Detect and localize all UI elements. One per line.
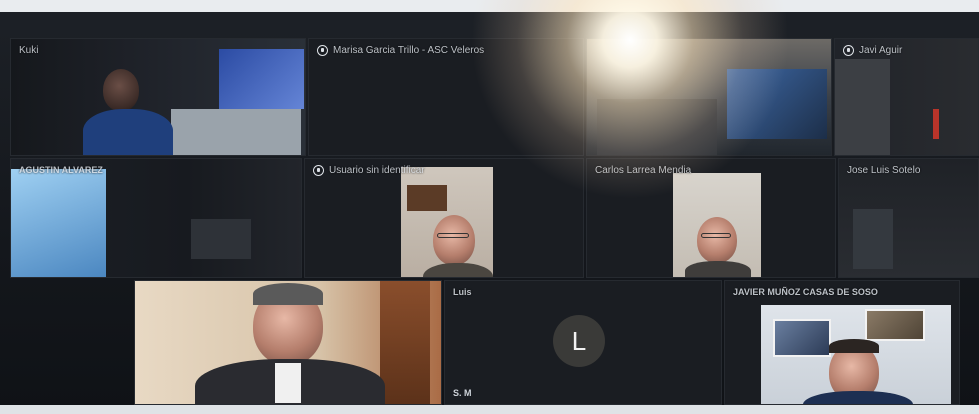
participant-tile-3[interactable] (586, 38, 832, 156)
participant-tile-9[interactable] (134, 280, 442, 405)
participant-name: Jose Luis Sotelo (847, 165, 921, 176)
participant-footer-label: S. M (453, 388, 472, 398)
participant-video (401, 167, 493, 277)
monitor-bezel-top (0, 0, 979, 12)
participant-video (761, 305, 951, 404)
participant-video (135, 281, 441, 404)
participant-video (587, 39, 831, 155)
participant-tile-5[interactable]: AGUSTIN ALVAREZ (10, 158, 302, 278)
participant-video (835, 39, 978, 155)
participant-tile-1[interactable]: Kuki (10, 38, 306, 156)
video-conference-gallery: Kuki Marisa Garcia Trillo - ASC Veleros … (0, 0, 979, 414)
participant-tile-10[interactable]: Luis L S. M (444, 280, 722, 405)
participant-tile-7[interactable]: Carlos Larrea Mendia (586, 158, 836, 278)
participant-tile-8[interactable]: Jose Luis Sotelo (838, 158, 979, 278)
participant-name: Usuario sin identificar (329, 165, 425, 176)
monitor-bezel-bottom (0, 405, 979, 414)
participant-name: Kuki (19, 45, 39, 56)
participant-name: AGUSTIN ALVAREZ (19, 165, 103, 175)
participant-video (839, 159, 978, 277)
participant-name: Marisa Garcia Trillo - ASC Veleros (333, 45, 485, 56)
participant-video (673, 173, 761, 277)
participant-tile-4[interactable]: Javi Aguir (834, 38, 979, 156)
muted-mic-icon (843, 45, 854, 56)
muted-mic-icon (317, 45, 328, 56)
participant-tile-11[interactable]: JAVIER MUÑOZ CASAS DE SOSO (724, 280, 960, 405)
participant-tile-6[interactable]: Usuario sin identificar (304, 158, 584, 278)
participant-name: Luis (453, 287, 472, 297)
muted-mic-icon (313, 165, 324, 176)
participant-avatar: L (553, 315, 605, 367)
participant-name: Carlos Larrea Mendia (595, 165, 692, 176)
participant-tile-2[interactable]: Marisa Garcia Trillo - ASC Veleros (308, 38, 584, 156)
participant-video (11, 159, 301, 277)
participant-video (11, 39, 305, 155)
participant-name: Javi Aguir (859, 45, 903, 56)
participant-name: JAVIER MUÑOZ CASAS DE SOSO (733, 287, 878, 297)
